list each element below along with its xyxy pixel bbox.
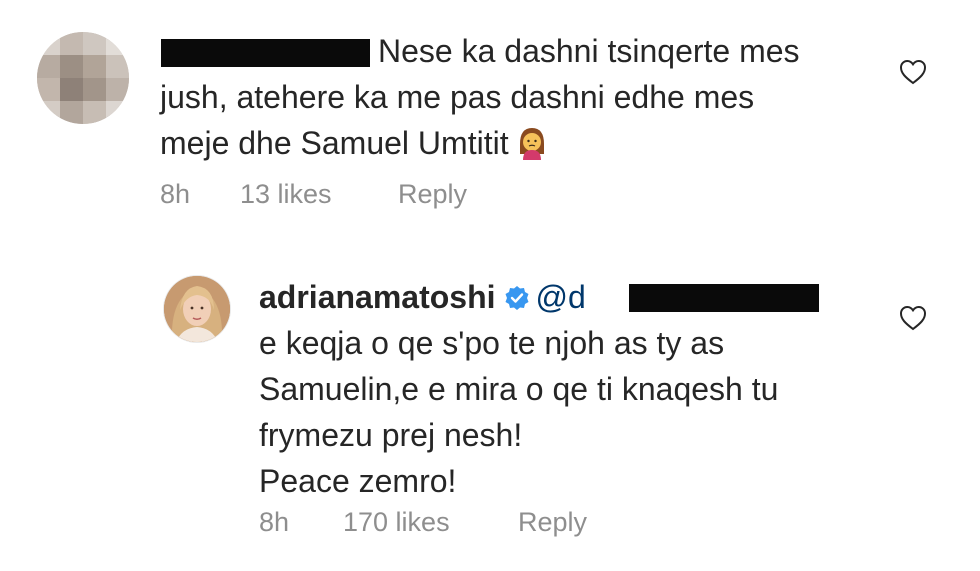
comment-2-line-1: e keqja o qe s'po te njoh as ty as: [259, 325, 725, 361]
heart-outline-icon[interactable]: [899, 59, 927, 85]
comment-2-line-3: frymezu prej nesh!: [259, 417, 523, 453]
comment-1-reply-button[interactable]: Reply: [398, 179, 467, 210]
woman-gesturing-no-emoji: [519, 128, 544, 160]
comment-1-line-3-text: meje dhe Samuel Umtitit: [160, 125, 509, 161]
comment-2-reply-button[interactable]: Reply: [518, 507, 587, 538]
avatar-adrianamatoshi[interactable]: [164, 276, 230, 342]
avatar-commenter[interactable]: [37, 32, 129, 124]
heart-outline-icon[interactable]: [899, 305, 927, 331]
comment-1-likes[interactable]: 13 likes: [240, 179, 332, 210]
redacted-mention: [629, 284, 819, 312]
comment-2-line-2: Samuelin,e e mira o qe ti knaqesh tu: [259, 371, 779, 407]
verified-badge-icon: [505, 286, 529, 310]
avatar-portrait: [164, 276, 230, 342]
comment-2-header: adrianamatoshi @d: [259, 274, 586, 320]
comment-2-time: 8h: [259, 507, 290, 537]
mention-link[interactable]: @d: [536, 279, 586, 315]
comment-2-likes[interactable]: 170 likes: [343, 507, 450, 538]
comment-1-line-1: Nese ka dashni tsinqerte mes: [378, 33, 800, 69]
instagram-comments-screenshot: Nese ka dashni tsinqerte mes jush, atehe…: [0, 0, 980, 571]
comment-1-time: 8h: [160, 179, 191, 209]
comment-1-line-2: jush, atehere ka me pas dashni edhe mes: [160, 79, 755, 115]
redacted-username: [161, 39, 370, 67]
comment-2-line-4: Peace zemro!: [259, 463, 457, 499]
username-adrianamatoshi[interactable]: adrianamatoshi: [259, 279, 496, 315]
comment-1-line-3: meje dhe Samuel Umtitit: [160, 120, 549, 166]
